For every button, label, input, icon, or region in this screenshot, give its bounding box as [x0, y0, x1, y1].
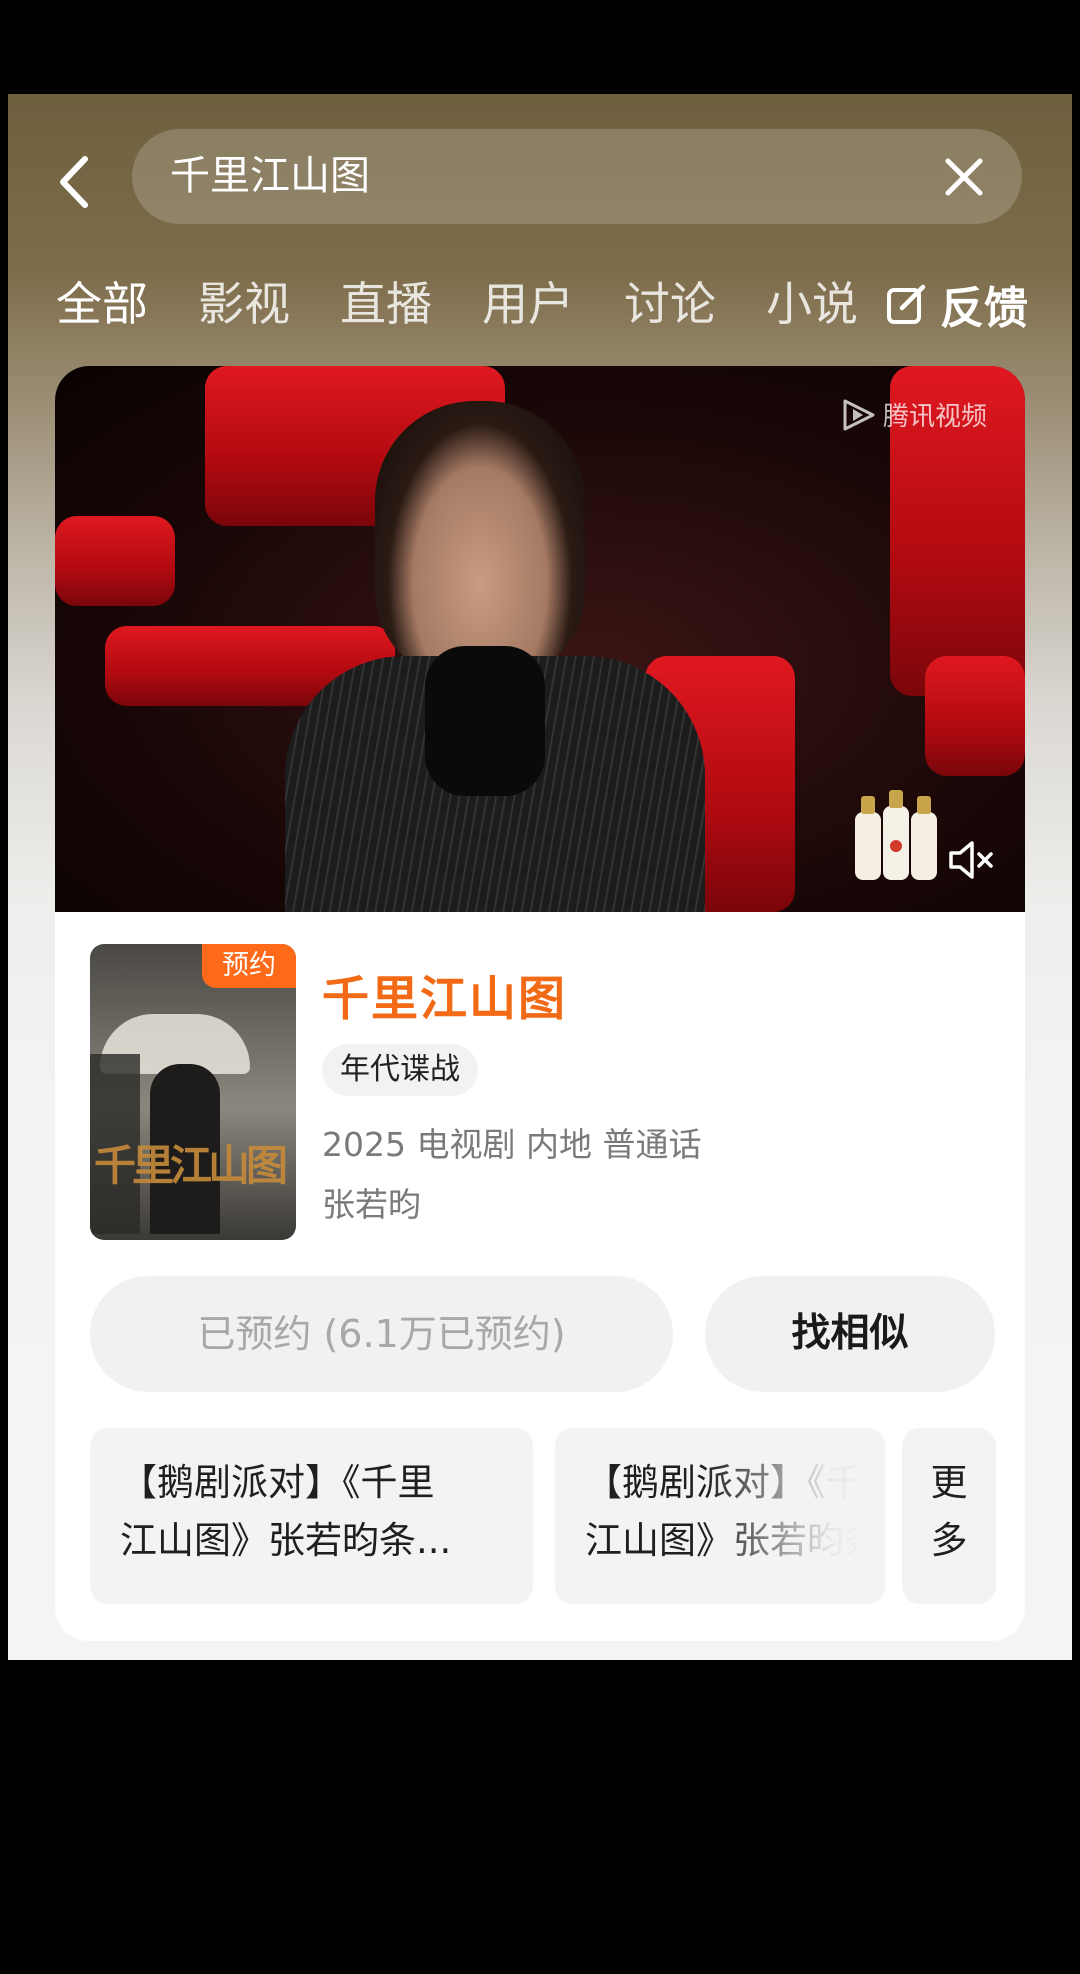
find-similar-button[interactable]: 找相似	[705, 1276, 995, 1392]
more-label-line: 更	[930, 1461, 968, 1504]
poster-title-art: 千里江山图	[94, 1141, 288, 1190]
tab-users[interactable]: 用户	[482, 264, 574, 344]
booked-button[interactable]: 已预约 (6.1万已预约)	[90, 1276, 673, 1392]
show-cast[interactable]: 张若昀	[322, 1178, 421, 1226]
chevron-left-icon	[60, 156, 88, 208]
feedback-label: 反馈	[940, 283, 1028, 334]
close-icon	[945, 158, 983, 196]
reservation-badge: 预约	[202, 944, 296, 988]
episode-title-line: 江山图》张若昀条...	[585, 1519, 857, 1562]
episode-title-line: 【鹅剧派对】《千里	[120, 1461, 435, 1504]
tab-video[interactable]: 影视	[198, 264, 290, 344]
watermark-label: 腾讯视频	[882, 402, 987, 432]
clear-search-button[interactable]	[940, 153, 988, 201]
episode-title-line: 江山图》张若昀条...	[120, 1519, 452, 1562]
genre-tag[interactable]: 年代谍战	[322, 1044, 478, 1096]
video-watermark: 腾讯视频	[841, 396, 987, 433]
search-input[interactable]: 千里江山图	[170, 129, 370, 224]
tab-discussion[interactable]: 讨论	[624, 264, 716, 344]
show-meta: 2025 电视剧 内地 普通话	[322, 1125, 702, 1164]
episode-title-line: 【鹅剧派对】《千里	[585, 1461, 857, 1504]
more-label-line: 多	[930, 1519, 968, 1562]
screen: 千里江山图 全部 影视 直播 用户 讨论 小说 反馈 腾讯视频 千里江山图 预约…	[8, 94, 1072, 1660]
tab-live[interactable]: 直播	[340, 264, 432, 344]
back-button[interactable]	[50, 152, 98, 212]
more-button[interactable]: 更 多	[902, 1428, 996, 1604]
result-card: 腾讯视频 千里江山图 预约 千里江山图 年代谍战 2025 电视剧 内地 普通话…	[55, 366, 1025, 1641]
episode-card[interactable]: 【鹅剧派对】《千里 江山图》张若昀条...	[90, 1428, 533, 1604]
show-poster[interactable]: 千里江山图 预约	[90, 944, 296, 1240]
tab-novel[interactable]: 小说	[766, 264, 856, 344]
speaker-muted-icon	[949, 841, 993, 879]
mute-toggle-button[interactable]	[945, 834, 997, 886]
show-title[interactable]: 千里江山图	[322, 960, 567, 1029]
edit-icon	[887, 284, 926, 324]
episode-card[interactable]: 【鹅剧派对】《千里 江山图》张若昀条...	[555, 1428, 885, 1604]
tab-all[interactable]: 全部	[56, 264, 148, 344]
product-bottles-image	[855, 790, 937, 880]
search-bar[interactable]: 千里江山图	[132, 129, 1022, 224]
category-tabs: 全部 影视 直播 用户 讨论 小说	[56, 264, 856, 344]
tencent-video-logo-icon	[843, 399, 875, 430]
video-preview[interactable]: 腾讯视频	[55, 366, 1025, 912]
feedback-button[interactable]: 反馈	[886, 264, 1028, 344]
